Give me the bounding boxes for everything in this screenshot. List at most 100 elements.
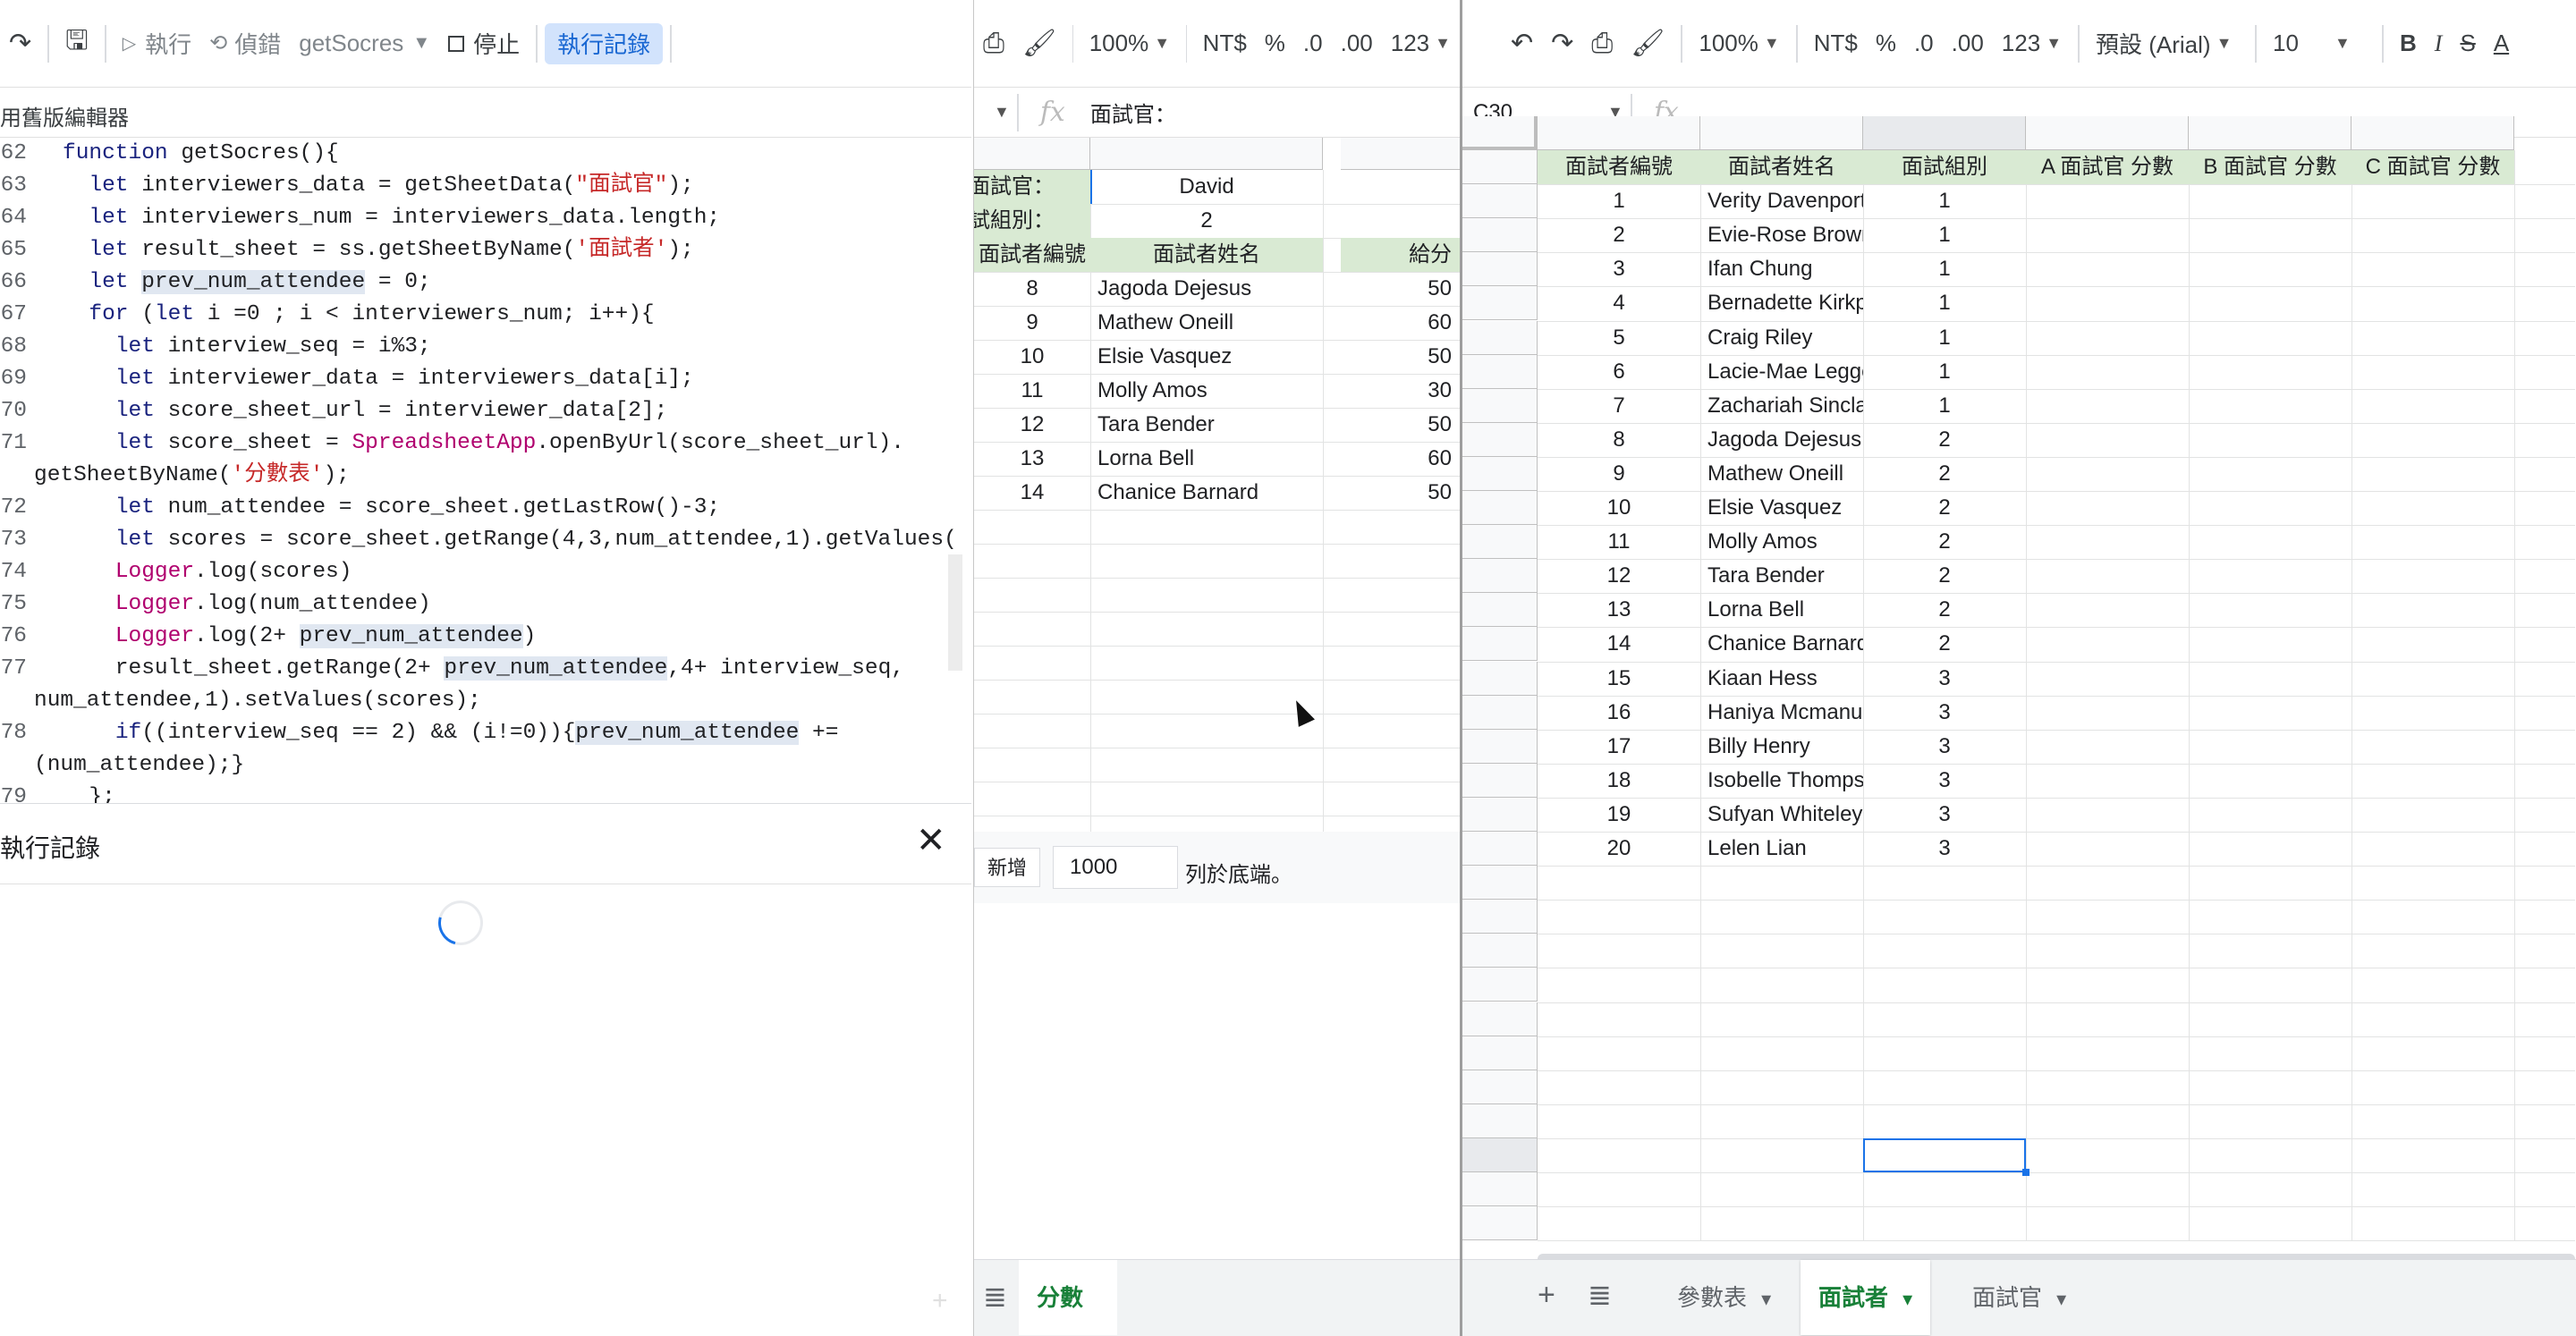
cell-c5[interactable]: 1 (1863, 286, 2026, 320)
selected-cell-c30[interactable] (1863, 1137, 2026, 1172)
cell-c6[interactable]: 1 (1863, 321, 2026, 355)
save-button[interactable]: 🖫 (56, 17, 97, 71)
decrease-decimal-button[interactable]: .0 (1905, 17, 1943, 71)
cell-c17[interactable]: 3 (1863, 696, 2026, 730)
cell-b9[interactable]: Lorna Bell (1090, 442, 1323, 476)
cell-a9[interactable]: 8 (1538, 423, 1700, 457)
cell-b2[interactable]: Verity Davenport (1700, 184, 1863, 218)
cell-b9[interactable]: Jagoda Dejesus (1700, 423, 1863, 457)
percent-button[interactable]: % (1867, 17, 1905, 71)
cell-c9[interactable]: 2 (1863, 423, 2026, 457)
cell-b16[interactable]: Kiaan Hess (1700, 662, 1863, 696)
cell-a17[interactable]: 16 (1538, 696, 1700, 730)
font-size-select[interactable]: 10 ▼ (2264, 17, 2375, 71)
redo-button[interactable]: ↷ (1542, 17, 1582, 71)
close-icon[interactable]: ✕ (916, 820, 946, 861)
currency-button[interactable]: NT$ (1805, 17, 1867, 71)
cell-b14[interactable]: Lorna Bell (1700, 593, 1863, 627)
cell-c20[interactable]: 3 (1863, 798, 2026, 832)
cell-b7[interactable]: Lacie-Mae Leggett (1700, 355, 1863, 389)
code-line[interactable]: if((interview_seq == 2) && (i!=0)){prev_… (63, 717, 838, 749)
cell-b20[interactable]: Sufyan Whiteley (1700, 798, 1863, 832)
code-line[interactable]: let num_attendee = score_sheet.getLastRo… (63, 492, 720, 524)
paint-format-icon[interactable]: 🖌 (1013, 17, 1065, 71)
cell-c2[interactable]: 1 (1863, 184, 2026, 218)
cell-b12[interactable]: Molly Amos (1700, 525, 1863, 559)
cell-b8[interactable]: Tara Bender (1090, 408, 1323, 442)
cell-b17[interactable]: Haniya Mcmanus (1700, 696, 1863, 730)
cell-a18[interactable]: 17 (1538, 730, 1700, 764)
code-line[interactable]: Logger.log(num_attendee) (63, 588, 431, 621)
formula-input[interactable]: 面試官： (1090, 97, 1176, 128)
cell-a8[interactable]: 12 (974, 408, 1090, 442)
cell-a2[interactable]: 面試組別： (974, 204, 1090, 238)
decrease-decimal-button[interactable]: .0 (1294, 17, 1332, 71)
strikethrough-button[interactable]: S (2451, 17, 2484, 71)
print-icon[interactable]: ⎙ (974, 17, 1013, 71)
italic-button[interactable]: I (2426, 17, 2452, 71)
cell-b4[interactable]: Ifan Chung (1700, 252, 1863, 286)
cell-c10[interactable]: 2 (1863, 457, 2026, 491)
debug-button[interactable]: ⟲ 偵錯 (200, 17, 290, 71)
cell-c6[interactable]: 50 (1341, 340, 1460, 374)
cell-a14[interactable]: 13 (1538, 593, 1700, 627)
code-line[interactable]: (num_attendee);} (34, 749, 244, 782)
cell-a3[interactable]: 2 (1538, 218, 1700, 252)
cell-a1[interactable]: 面試官： (974, 170, 1090, 204)
cell-b6[interactable]: Elsie Vasquez (1090, 340, 1323, 374)
cell-a19[interactable]: 18 (1538, 764, 1700, 798)
cell-c13[interactable]: 2 (1863, 559, 2026, 593)
code-line[interactable]: Logger.log(scores) (63, 556, 352, 588)
cell-a6[interactable]: 5 (1538, 321, 1700, 355)
text-color-button[interactable]: A (2485, 17, 2518, 71)
cell-a7[interactable]: 11 (974, 374, 1090, 408)
cell-c21[interactable]: 3 (1863, 832, 2026, 866)
add-sheet-icon[interactable]: + (1538, 1278, 1555, 1313)
bold-button[interactable]: B (2391, 17, 2426, 71)
cell-b11[interactable]: Elsie Vasquez (1700, 491, 1863, 525)
cell-c7[interactable]: 1 (1863, 355, 2026, 389)
cell-a15[interactable]: 14 (1538, 627, 1700, 661)
tab-interviewer[interactable]: 面試官 ▾ (1954, 1260, 2084, 1335)
cell-a21[interactable]: 20 (1538, 832, 1700, 866)
code-editor[interactable]: 62 function getSocres(){63 let interviewe… (0, 138, 957, 803)
cell-c3[interactable]: 給分 (1341, 238, 1460, 272)
cell-a12[interactable]: 11 (1538, 525, 1700, 559)
code-line[interactable]: let interviewers_data = getSheetData("面試… (63, 170, 693, 202)
caret-down-icon[interactable]: ▼ (994, 103, 1010, 122)
cell-c15[interactable]: 2 (1863, 627, 2026, 661)
code-line[interactable]: }; (63, 782, 114, 803)
increase-decimal-button[interactable]: .00 (1332, 17, 1382, 71)
code-line[interactable]: let prev_num_attendee = 0; (63, 266, 431, 299)
code-line[interactable]: getSheetByName('分數表'); (34, 460, 350, 492)
cell-c2[interactable] (1341, 204, 1460, 238)
zoom-select[interactable]: 100% ▼ (1080, 17, 1179, 71)
code-line[interactable]: let interview_seq = i%3; (63, 331, 431, 363)
tab-score[interactable]: 分數表 (1019, 1260, 1117, 1335)
cell-a5[interactable]: 4 (1538, 286, 1700, 320)
cell-c14[interactable]: 2 (1863, 593, 2026, 627)
cell-b3[interactable]: 面試者姓名 (1090, 238, 1323, 272)
code-line[interactable]: let interviewer_data = interviewers_data… (63, 363, 694, 395)
cell-b10[interactable]: Mathew Oneill (1700, 457, 1863, 491)
code-line[interactable]: Logger.log(2+ prev_num_attendee) (63, 621, 536, 653)
code-line[interactable]: result_sheet.getRange(2+ prev_num_attend… (63, 653, 904, 685)
tab-interviewee[interactable]: 面試者 ▾ (1801, 1260, 1931, 1335)
cell-c4[interactable]: 1 (1863, 252, 2026, 286)
cell-a4[interactable]: 8 (974, 272, 1090, 306)
currency-button[interactable]: NT$ (1194, 17, 1256, 71)
cell-a10[interactable]: 9 (1538, 457, 1700, 491)
cell-c19[interactable]: 3 (1863, 764, 2026, 798)
execution-log-button[interactable]: 執行記錄 (545, 22, 664, 64)
cell-c3[interactable]: 1 (1863, 218, 2026, 252)
tab-params[interactable]: 參數表 ▾ (1659, 1260, 1789, 1335)
cell-b7[interactable]: Molly Amos (1090, 374, 1323, 408)
code-scrollbar[interactable] (948, 554, 962, 671)
cell-a10[interactable]: 14 (974, 476, 1090, 510)
cell-b3[interactable]: Evie-Rose Brown (1700, 218, 1863, 252)
run-button[interactable]: ▷ 執行 (114, 17, 200, 71)
cell-a8[interactable]: 7 (1538, 389, 1700, 423)
add-icon[interactable]: + (932, 1286, 948, 1316)
cell-b15[interactable]: Chanice Barnard (1700, 627, 1863, 661)
cell-c5[interactable]: 60 (1341, 306, 1460, 340)
